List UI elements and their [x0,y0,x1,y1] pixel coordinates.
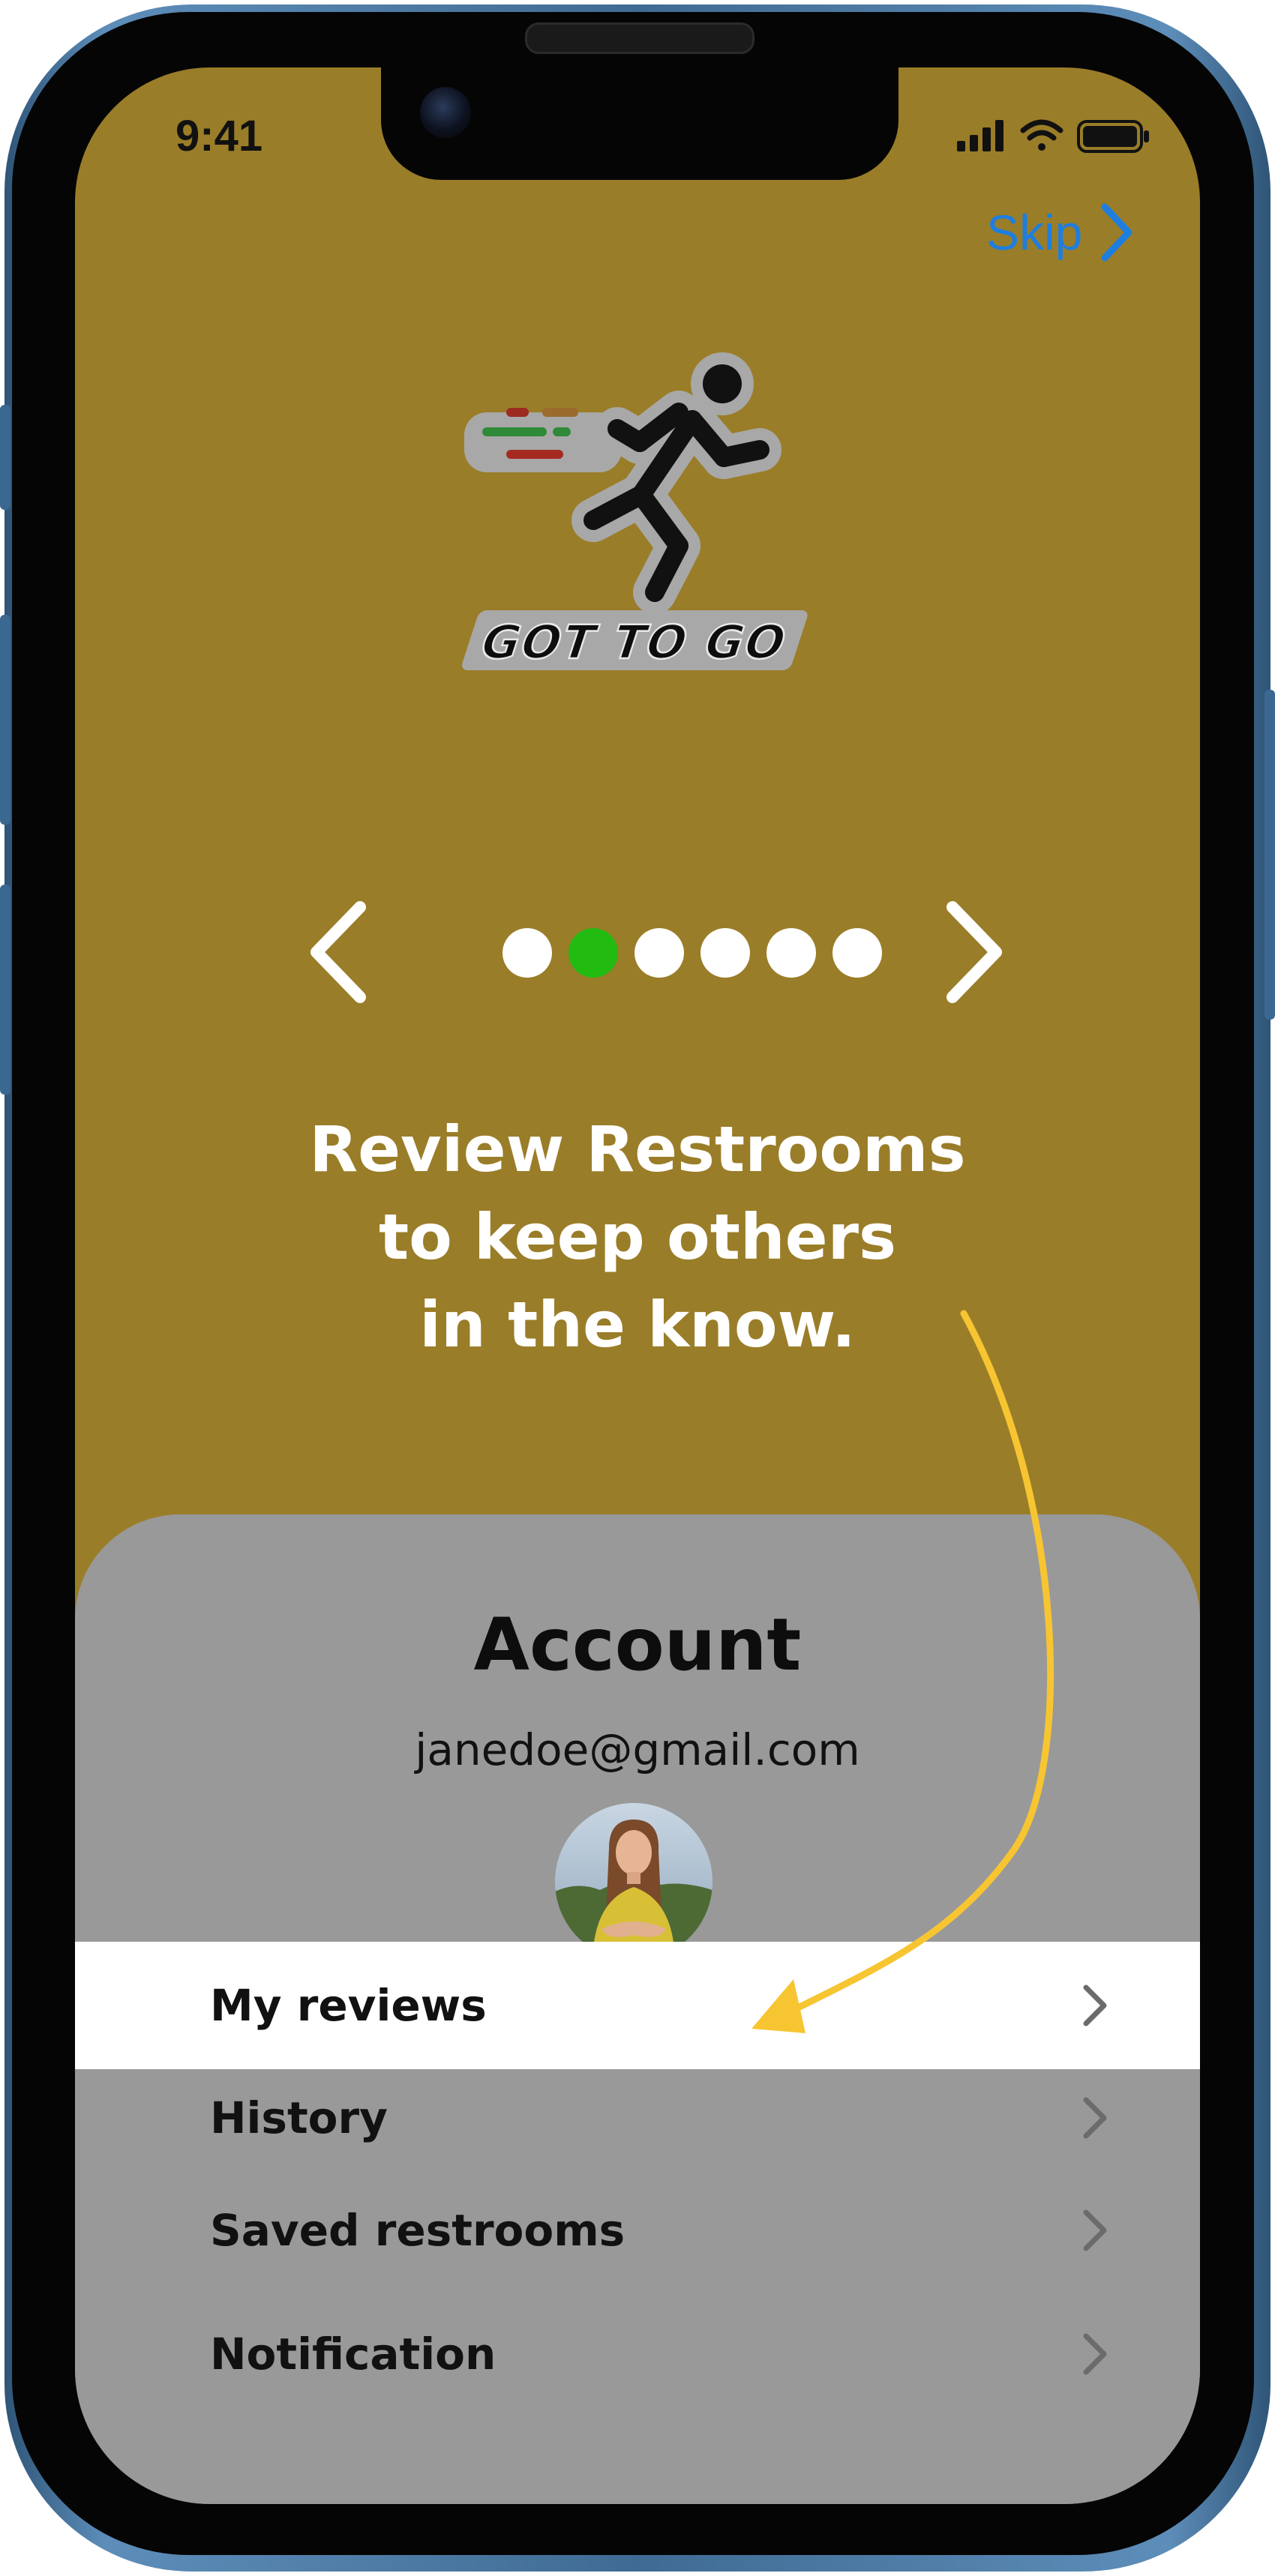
cellular-signal-icon [957,120,1004,151]
svg-text:GOT TO GO: GOT TO GO [473,616,795,669]
chevron-right-icon [1101,203,1132,262]
speed-lines-icon [464,408,622,472]
front-camera [420,87,471,138]
headline-line: to keep others [378,1200,897,1274]
silent-switch [0,405,10,510]
menu-row[interactable]: Saved restrooms [75,2167,1200,2294]
headline-line: Review Restrooms [309,1113,966,1186]
volume-up-button [0,615,10,825]
user-photo [555,1803,712,1960]
got-to-go-logo: GOT TO GO [462,352,808,671]
carousel-next-button[interactable] [930,892,1012,1012]
menu-row-label: Saved restrooms [210,2205,626,2256]
logo-wordmark: GOT TO GO [462,610,808,671]
chevron-right-icon [1083,1984,1107,2026]
avatar[interactable] [555,1803,712,1960]
account-email: janedoe@gmail.com [415,1724,860,1775]
runner-icon [572,352,782,614]
account-panel: Account janedoe@gmail.com My reviews His… [75,1514,1200,2504]
menu-row-label: Notification [210,2329,496,2380]
page-dot[interactable] [502,928,552,978]
menu-row-label: History [210,2092,388,2143]
status-time: 9:41 [176,112,263,160]
speaker-grille [525,22,754,54]
phone-screen: 9:41 Skip GOT TO GO Review Restrooms to … [75,67,1200,2504]
wifi-icon [1020,119,1064,151]
chevron-right-icon [1083,2097,1107,2139]
menu-row-label: My reviews [210,1980,487,2031]
menu-row[interactable]: History [75,2054,1200,2182]
account-title: Account [473,1603,802,1687]
skip-button[interactable]: Skip [986,202,1135,262]
battery-icon [1077,120,1149,153]
status-icons [957,119,1149,153]
skip-label: Skip [986,205,1083,260]
onboarding-carousel [300,892,1005,1012]
page-dot[interactable] [568,928,618,978]
onboarding-headline: Review Restrooms to keep others in the k… [188,1106,1088,1369]
menu-row[interactable]: Notification [75,2290,1200,2418]
page-dot[interactable] [832,928,882,978]
volume-down-button [0,885,10,1095]
page-dot[interactable] [700,928,750,978]
chevron-left-icon [310,901,366,1003]
page-dot[interactable] [766,928,816,978]
chevron-right-icon [1083,2209,1107,2251]
page-dot[interactable] [634,928,684,978]
chevron-right-icon [946,901,1002,1003]
chevron-right-icon [1083,2333,1107,2375]
headline-line: in the know. [419,1288,856,1361]
power-button [1264,690,1275,1020]
carousel-prev-button[interactable] [300,892,382,1012]
menu-row[interactable]: My reviews [75,1942,1200,2069]
